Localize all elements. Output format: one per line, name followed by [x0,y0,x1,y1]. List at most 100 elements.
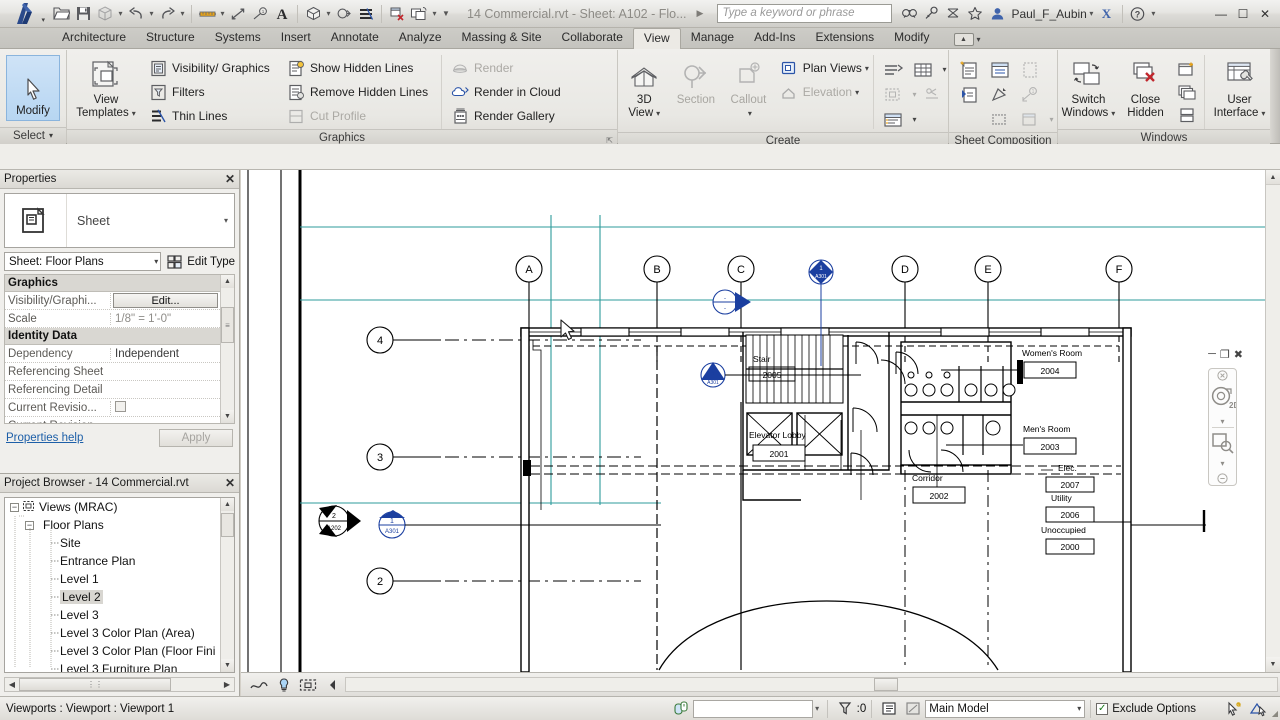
3d-view-button[interactable]: 3D View ▾ [618,53,671,120]
resize-grip-icon[interactable]: ◢ [1272,709,1278,718]
tab-structure[interactable]: Structure [136,27,205,48]
properties-scroll-thumb[interactable]: ≡ [221,307,234,343]
3d-view-dropdown-icon[interactable]: ▾ [656,107,660,120]
save-as-icon[interactable] [95,3,115,25]
tree-node-level-3-furniture-plan[interactable]: Level 3 Furniture Plan [5,660,234,672]
tile-icon[interactable] [1172,103,1202,127]
tag-icon[interactable]: 1 [250,3,270,25]
view-close-icon[interactable]: ✖ [1234,348,1243,361]
browser-hscroll-thumb[interactable]: ⋮⋮ [19,678,171,691]
new-window-icon[interactable] [1172,57,1202,81]
view-templates-dropdown-icon[interactable]: ▾ [132,107,136,120]
tab-insert[interactable]: Insert [271,27,321,48]
canvas-vertical-scrollbar[interactable]: ▲ ▼ [1265,170,1280,672]
user-name[interactable]: Paul_F_Aubin [1011,7,1086,21]
redo-dropdown-icon[interactable]: ▾ [178,3,187,25]
property-group-graphics[interactable]: Graphics ▲ [5,275,234,292]
property-row-referencing-sheet[interactable]: Referencing Sheet [5,363,234,381]
save-icon[interactable] [73,3,93,25]
guide-grid-icon[interactable] [985,83,1015,107]
minimize-button[interactable]: — [1210,3,1232,25]
property-row-current-revision-flag[interactable]: Current Revisio... [5,399,234,417]
cut-profile-button[interactable]: Cut Profile [283,104,441,128]
undo-icon[interactable] [126,3,146,25]
tab-architecture[interactable]: Architecture [52,27,136,48]
communication-center-icon[interactable] [942,3,964,25]
help-icon[interactable]: ? [1127,3,1149,25]
application-menu-button[interactable]: ▾ [2,0,46,28]
tree-node-site[interactable]: Site [5,534,234,552]
properties-scroll-down-icon[interactable]: ▼ [221,410,234,423]
elevation-dropdown-icon[interactable]: ▾ [855,88,859,97]
drawing-canvas[interactable]: A B C D E F 4 3 2 2 A202 1 A301 - - 1 A3… [241,170,1265,672]
view-restore-icon[interactable]: ❐ [1220,348,1230,361]
visibility-graphics-edit-button[interactable]: Edit... [113,293,218,308]
filters-button[interactable]: Filters [145,80,283,104]
select-panel-dropdown-icon[interactable]: ▾ [49,128,53,144]
view-minimize-icon[interactable]: ─ [1208,348,1216,361]
canvas-scroll-up-icon[interactable]: ▲ [1266,170,1280,185]
properties-close-icon[interactable]: ✕ [225,172,235,186]
zoom-dropdown-icon[interactable]: ▾ [1220,457,1224,469]
exclude-options-checkbox[interactable]: ✓ [1096,702,1109,715]
render-button[interactable]: Render [447,56,597,80]
property-row-dependency[interactable]: Dependency Independent [5,345,234,363]
type-selector-dropdown-icon[interactable]: ▾ [154,257,158,266]
type-selector-combobox[interactable]: Sheet: Floor Plans ▾ [4,252,162,271]
select-links-icon[interactable] [1246,699,1270,719]
remove-hidden-lines-button[interactable]: Remove Hidden Lines [283,80,441,104]
user-interface-button[interactable]: User Interface ▾ [1209,53,1270,120]
canvas-hscroll-thumb[interactable] [873,678,898,691]
scope-box-icon[interactable] [878,108,908,132]
thin-lines-button[interactable]: Thin Lines [145,104,283,128]
browser-scroll-thumb[interactable] [221,513,234,537]
favorites-star-icon[interactable] [964,3,986,25]
property-row-current-revision[interactable]: Current Revision [5,417,234,424]
filter-icon[interactable] [833,699,857,719]
floor-plans-expander-icon[interactable]: − [25,520,34,530]
tab-modify[interactable]: Modify [884,27,939,48]
maximize-button[interactable]: ☐ [1232,3,1254,25]
tree-node-entrance-plan[interactable]: Entrance Plan [5,552,234,570]
tab-analyze[interactable]: Analyze [389,27,452,48]
tree-node-level-3[interactable]: Level 3 [5,606,234,624]
canvas-horizontal-scrollbar[interactable] [344,677,1278,692]
edit-type-button[interactable]: Edit Type [166,254,235,270]
status-input-field[interactable] [692,699,813,718]
title-overflow-icon[interactable]: ▶ [697,8,704,19]
tree-node-level-3-color-plan-area[interactable]: Level 3 Color Plan (Area) [5,624,234,642]
callout-dropdown-icon[interactable]: ▾ [748,107,752,120]
navbar-close-icon[interactable] [1217,369,1228,382]
section-button[interactable]: Section [671,53,722,107]
plan-views-dropdown-icon[interactable]: ▾ [865,64,869,73]
visibility-graphics-button[interactable]: Visibility/ Graphics [145,56,283,80]
user-interface-dropdown-icon[interactable]: ▾ [1261,107,1265,120]
canvas-scroll-down-icon[interactable]: ▼ [1266,657,1280,672]
tree-node-views[interactable]: − Views (MRAC) [5,498,234,516]
view-templates-button[interactable]: View Templates ▾ [67,53,145,120]
property-row-referencing-detail[interactable]: Referencing Detail [5,381,234,399]
user-menu-dropdown-icon[interactable]: ▾ [1087,3,1096,25]
ribbon-minimize-icon[interactable]: ▲ [953,33,974,46]
status-field-dropdown-icon[interactable]: ▾ [813,698,822,720]
worksets-combobox[interactable]: Main Model ▾ [925,699,1086,718]
properties-help-link[interactable]: Properties help [6,432,83,444]
browser-scroll-down-icon[interactable]: ▼ [221,659,234,672]
search-input[interactable]: Type a keyword or phrase [717,4,893,23]
project-browser-horizontal-scrollbar[interactable]: ◀ ⋮⋮ ▶ [4,677,235,692]
browser-hscroll-right-icon[interactable]: ▶ [220,680,234,689]
properties-type-dropdown-icon[interactable]: ▾ [224,216,228,225]
search-icon[interactable] [898,3,920,25]
schedules-icon[interactable] [908,58,938,82]
titleblock-icon[interactable] [985,58,1015,82]
tab-systems[interactable]: Systems [205,27,271,48]
project-browser-vertical-scrollbar[interactable]: ▲ ▼ [220,498,234,672]
ribbon-minimize-dropdown-icon[interactable]: ▾ [977,35,981,44]
section-icon[interactable] [334,3,354,25]
exclude-options-checkbox-row[interactable]: ✓ Exclude Options [1096,702,1196,715]
ribbon-minimize-control[interactable]: ▲ ▾ [953,33,981,48]
close-hidden-windows-icon[interactable] [387,3,407,25]
tree-node-level-1[interactable]: Level 1 [5,570,234,588]
measure-dropdown-icon[interactable]: ▾ [218,3,227,25]
tab-collaborate[interactable]: Collaborate [552,27,633,48]
